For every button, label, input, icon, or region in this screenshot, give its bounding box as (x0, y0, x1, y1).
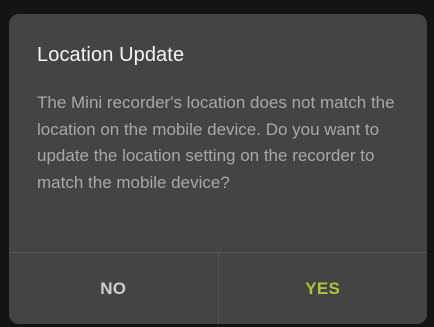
dialog-message: The Mini recorder's location does not ma… (37, 93, 395, 192)
dialog-title: Location Update (37, 44, 185, 66)
yes-button[interactable]: YES (219, 253, 428, 324)
no-button[interactable]: NO (9, 253, 218, 324)
dialog-button-bar: NO YES (9, 253, 427, 324)
location-update-dialog: Location Update The Mini recorder's loca… (9, 14, 427, 324)
